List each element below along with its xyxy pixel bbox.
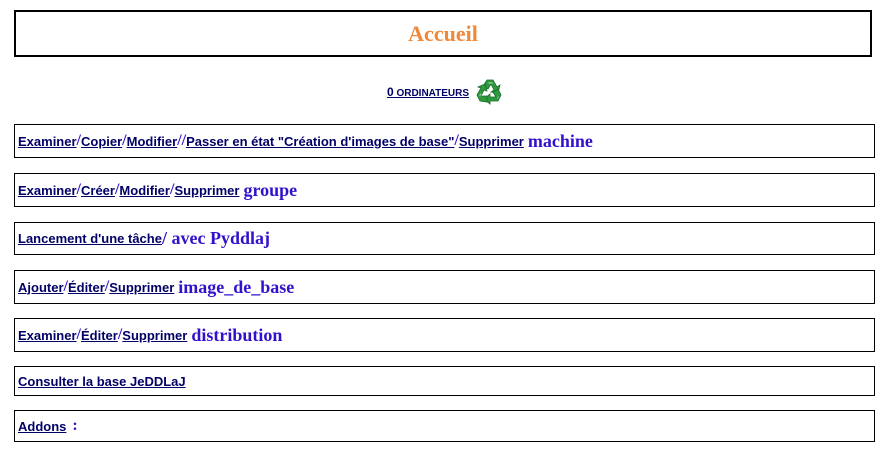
image-row: Ajouter / Éditer / Supprimer image_de_base bbox=[14, 270, 875, 304]
copier-machine-link[interactable]: Copier bbox=[81, 134, 122, 149]
computers-count-label[interactable]: ORDINATEURS bbox=[396, 88, 469, 99]
addons-link[interactable]: Addons bbox=[18, 419, 66, 434]
pyddlaj-label: / avec Pyddlaj bbox=[161, 228, 270, 248]
page-title-box: Accueil bbox=[14, 10, 872, 57]
supprimer-image-link[interactable]: Supprimer bbox=[109, 280, 174, 295]
passer-etat-creation-link[interactable]: Passer en état "Création d'images de bas… bbox=[186, 134, 454, 149]
page-title: Accueil bbox=[408, 20, 478, 46]
tache-row: Lancement d'une tâche / avec Pyddlaj bbox=[14, 222, 875, 255]
image-de-base-label: image_de_base bbox=[178, 276, 295, 297]
groupe-row: Examiner / Créer / Modifier / Supprimer groupe bbox=[14, 173, 875, 207]
supprimer-groupe-link[interactable]: Supprimer bbox=[174, 183, 239, 198]
supprimer-distribution-link[interactable]: Supprimer bbox=[122, 328, 187, 343]
recycle-icon[interactable] bbox=[474, 76, 506, 108]
lancement-tache-link[interactable]: Lancement d'une tâche bbox=[18, 231, 162, 246]
ajouter-image-link[interactable]: Ajouter bbox=[18, 280, 64, 295]
modifier-groupe-link[interactable]: Modifier bbox=[119, 183, 170, 198]
editer-image-link[interactable]: Éditer bbox=[68, 280, 105, 295]
modifier-machine-link[interactable]: Modifier bbox=[127, 134, 178, 149]
jeddlaj-row: Consulter la base JeDDLaJ bbox=[14, 366, 875, 396]
machine-label: machine bbox=[527, 130, 593, 151]
distribution-row: Examiner / Éditer / Supprimer distribution bbox=[14, 318, 875, 352]
groupe-label: groupe bbox=[243, 179, 298, 200]
distribution-label: distribution bbox=[191, 324, 283, 345]
addons-row: Addons: bbox=[14, 410, 875, 442]
computer-counter: 0 ORDINATEURS bbox=[0, 76, 893, 108]
consulter-jeddlaj-link[interactable]: Consulter la base JeDDLaJ bbox=[18, 374, 186, 389]
examiner-machine-link[interactable]: Examiner bbox=[18, 134, 77, 149]
supprimer-machine-link[interactable]: Supprimer bbox=[459, 134, 524, 149]
creer-groupe-link[interactable]: Créer bbox=[81, 183, 115, 198]
computers-count[interactable]: 0 bbox=[387, 85, 394, 99]
examiner-groupe-link[interactable]: Examiner bbox=[18, 183, 77, 198]
examiner-distribution-link[interactable]: Examiner bbox=[18, 328, 77, 343]
machine-row: Examiner / Copier / Modifier//Passer en état… bbox=[14, 124, 875, 158]
computers-count-link[interactable]: 0 ORDINATEURS bbox=[387, 85, 469, 99]
separator: // bbox=[177, 132, 187, 149]
editer-distribution-link[interactable]: Éditer bbox=[81, 328, 118, 343]
addons-colon: : bbox=[72, 417, 78, 434]
